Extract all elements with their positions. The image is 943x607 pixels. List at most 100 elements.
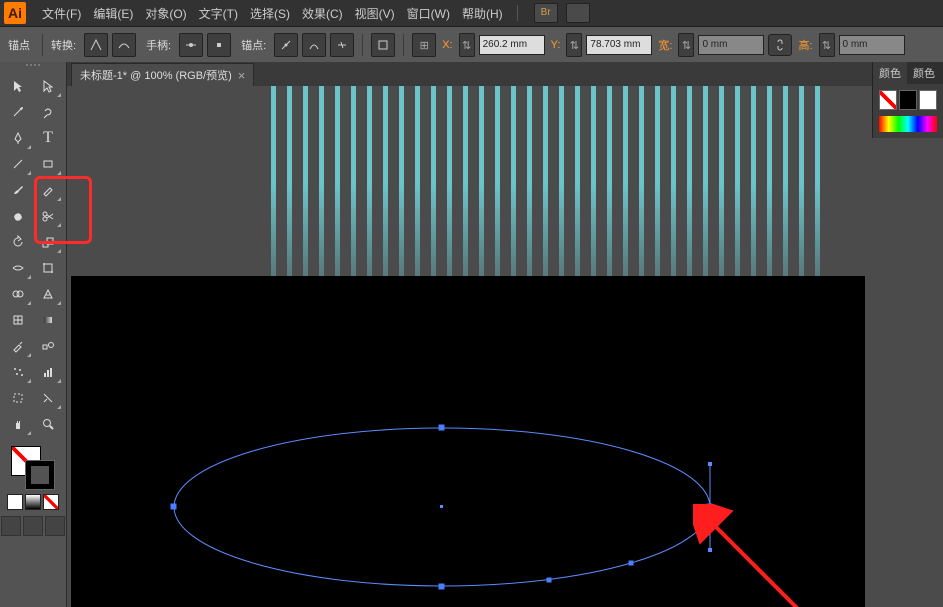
mesh-tool[interactable] [4, 308, 32, 332]
menu-window[interactable]: 窗口(W) [401, 5, 456, 22]
rectangle-tool[interactable] [34, 152, 62, 176]
isolate-button[interactable] [371, 33, 395, 57]
color-mode-none[interactable] [43, 494, 59, 510]
toolbox-grip[interactable] [13, 64, 53, 70]
hand-tool[interactable] [4, 412, 32, 436]
blob-brush-tool[interactable] [4, 204, 32, 228]
separator [403, 34, 404, 56]
zoom-tool[interactable] [34, 412, 62, 436]
scissors-tool[interactable] [34, 204, 62, 228]
separator [42, 34, 43, 56]
magic-wand-tool[interactable] [4, 100, 32, 124]
pencil-tool[interactable] [34, 178, 62, 202]
app-icon: Ai [4, 2, 26, 24]
ellipse-path[interactable] [172, 426, 712, 588]
tab-bar: 未标题-1* @ 100% (RGB/预览) × [67, 62, 943, 86]
anchor-label: 锚点 [8, 37, 30, 53]
remove-anchor-button[interactable] [274, 33, 298, 57]
panel-white-swatch[interactable] [919, 90, 937, 110]
draw-inside[interactable] [45, 516, 65, 536]
perspective-tool[interactable] [34, 282, 62, 306]
color-mode-solid[interactable] [7, 494, 23, 510]
menu-edit[interactable]: 编辑(E) [87, 5, 139, 22]
x-label: X: [442, 39, 452, 51]
shape-builder-tool[interactable] [4, 282, 32, 306]
brush-tool[interactable] [4, 178, 32, 202]
panel-swatches [879, 90, 937, 110]
menu-object[interactable]: 对象(O) [139, 5, 192, 22]
connect-anchor-button[interactable] [302, 33, 326, 57]
fill-stroke-swatch[interactable] [11, 446, 55, 490]
menu-effect[interactable]: 效果(C) [296, 5, 349, 22]
color-panel: 颜色 颜色 [872, 62, 943, 138]
selection-tool[interactable] [4, 74, 32, 98]
toolbox: T [0, 62, 67, 607]
direct-selection-tool[interactable] [34, 74, 62, 98]
cut-path-button[interactable] [330, 33, 354, 57]
h-input[interactable]: 0 mm [839, 35, 905, 55]
symbol-spray-tool[interactable] [4, 360, 32, 384]
draw-normal[interactable] [1, 516, 21, 536]
spectrum-bar[interactable] [879, 116, 937, 132]
gradient-tool[interactable] [34, 308, 62, 332]
convert-label: 转换: [51, 37, 76, 53]
w-label: 宽: [658, 37, 672, 53]
tab-title: 未标题-1* @ 100% (RGB/预览) [80, 67, 232, 83]
menu-type[interactable]: 文字(T) [193, 5, 244, 22]
panel-fill-swatch[interactable] [879, 90, 897, 110]
menu-help[interactable]: 帮助(H) [456, 5, 509, 22]
draw-mode-row [1, 516, 65, 536]
separator [362, 34, 363, 56]
y-input[interactable]: 78.703 mm [586, 35, 652, 55]
line-tool[interactable] [4, 152, 32, 176]
separator [517, 5, 518, 21]
w-input[interactable]: 0 mm [698, 35, 764, 55]
w-stepper[interactable]: ⇅ [678, 33, 694, 57]
type-tool[interactable]: T [34, 126, 62, 150]
color-mode-gradient[interactable] [25, 494, 41, 510]
pen-tool[interactable] [4, 126, 32, 150]
link-wh-button[interactable] [768, 34, 792, 56]
color-mode-row [7, 494, 59, 510]
panel-body [873, 84, 943, 138]
canvas-viewport[interactable] [67, 86, 943, 607]
lasso-tool[interactable] [34, 100, 62, 124]
convert-smooth-button[interactable] [112, 33, 136, 57]
control-bar: 锚点 转换: 手柄: 锚点: ⊞ X: ⇅ 260.2 mm Y: ⇅ 78.7… [0, 27, 943, 64]
blend-tool[interactable] [34, 334, 62, 358]
width-tool[interactable] [4, 256, 32, 280]
convert-corner-button[interactable] [84, 33, 108, 57]
align-button[interactable]: ⊞ [412, 33, 436, 57]
draw-behind[interactable] [23, 516, 43, 536]
h-stepper[interactable]: ⇅ [819, 33, 835, 57]
slice-tool[interactable] [34, 386, 62, 410]
y-stepper[interactable]: ⇅ [566, 33, 582, 57]
handle-label: 手柄: [146, 37, 171, 53]
stroke-swatch[interactable] [25, 460, 55, 490]
tab-close-icon[interactable]: × [238, 68, 246, 83]
x-stepper[interactable]: ⇅ [459, 33, 475, 57]
graph-tool[interactable] [34, 360, 62, 384]
panel-tabs: 颜色 颜色 [873, 62, 943, 84]
menubar: Ai 文件(F) 编辑(E) 对象(O) 文字(T) 选择(S) 效果(C) 视… [0, 0, 943, 27]
rotate-tool[interactable] [4, 230, 32, 254]
handle-hide-button[interactable] [207, 33, 231, 57]
anchor2-label: 锚点: [241, 37, 266, 53]
free-transform-tool[interactable] [34, 256, 62, 280]
document-tab[interactable]: 未标题-1* @ 100% (RGB/预览) × [71, 63, 254, 86]
bridge-button[interactable]: Br [534, 3, 558, 23]
scale-tool[interactable] [34, 230, 62, 254]
workspace: T 未标题-1* @ 100% (RGB/预 [0, 62, 943, 607]
panel-stroke-swatch[interactable] [899, 90, 917, 110]
panel-tab-color2[interactable]: 颜色 [907, 62, 941, 84]
panel-tab-color[interactable]: 颜色 [873, 62, 907, 84]
eyedropper-tool[interactable] [4, 334, 32, 358]
menu-file[interactable]: 文件(F) [36, 5, 87, 22]
x-input[interactable]: 260.2 mm [479, 35, 545, 55]
artboard-tool[interactable] [4, 386, 32, 410]
menu-view[interactable]: 视图(V) [349, 5, 401, 22]
document-area: 未标题-1* @ 100% (RGB/预览) × [67, 62, 943, 607]
handle-show-button[interactable] [179, 33, 203, 57]
menu-select[interactable]: 选择(S) [244, 5, 296, 22]
layout-button[interactable] [566, 3, 590, 23]
